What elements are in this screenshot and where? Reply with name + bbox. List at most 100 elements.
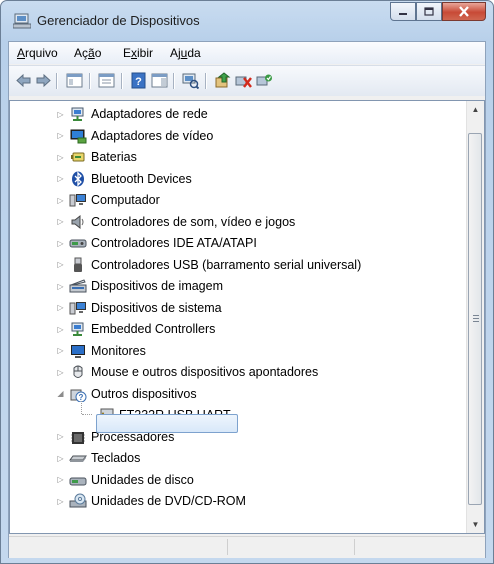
expand-toggle-icon[interactable]: ▷ <box>56 368 65 377</box>
scrollbar-thumb[interactable] <box>468 133 482 505</box>
thumb-grip-line <box>473 315 479 316</box>
maximize-icon <box>424 7 434 16</box>
expand-toggle-icon[interactable]: ▷ <box>56 346 65 355</box>
expand-toggle-icon[interactable]: ▷ <box>56 303 65 312</box>
enable-device-icon[interactable] <box>256 72 273 89</box>
tree-item-label: Computador <box>91 193 160 207</box>
device-tree[interactable]: ▷ Adaptadores de rede ▷ Adaptadores de víde… <box>9 100 485 534</box>
tree-item-label: Dispositivos de imagem <box>91 279 223 293</box>
properties-icon[interactable] <box>98 72 115 89</box>
tree-connector-line <box>82 414 92 415</box>
expand-toggle-icon[interactable]: ▷ <box>56 174 65 183</box>
processor-icon <box>71 431 85 444</box>
menu-arquivo[interactable]: Arquivo <box>17 46 58 60</box>
tree-item-label: Adaptadores de vídeo <box>91 128 214 143</box>
speaker-icon <box>71 214 84 229</box>
action-pane-icon[interactable] <box>151 72 168 89</box>
status-panel-divider <box>227 539 228 555</box>
collapse-toggle-icon[interactable]: ◢ <box>56 389 65 398</box>
tree-item-label: Bluetooth Devices <box>91 171 192 186</box>
tree-category-item[interactable]: ▷ Dispositivos de imagem <box>56 275 223 297</box>
minimize-button[interactable] <box>390 2 416 21</box>
expand-toggle-icon[interactable]: ▷ <box>56 131 65 140</box>
tree-category-item[interactable]: ▷ Adaptadores de vídeo <box>56 125 213 147</box>
menu-acao[interactable]: Ação <box>74 46 101 60</box>
uninstall-icon[interactable] <box>235 72 252 89</box>
title-bar[interactable]: Gerenciador de Dispositivos <box>1 1 493 41</box>
close-button[interactable] <box>442 2 486 21</box>
expand-toggle-icon[interactable]: ▷ <box>56 260 65 269</box>
expand-toggle-icon[interactable]: ▷ <box>56 454 65 463</box>
expand-toggle-icon[interactable]: ▷ <box>56 325 65 334</box>
tree-category-item[interactable]: ▷ Unidades de DVD/CD-ROM <box>56 490 246 512</box>
scroll-down-button[interactable]: ▼ <box>467 516 484 533</box>
tree-category-item[interactable]: ▷ Dispositivos de sistema <box>56 297 222 319</box>
maximize-button[interactable] <box>416 2 442 21</box>
tree-category-item[interactable]: ▷ Adaptadores de rede <box>56 103 208 125</box>
thumb-grip-line <box>473 321 479 322</box>
menu-ajuda[interactable]: Ajuda <box>170 46 201 60</box>
window-title: Gerenciador de Dispositivos <box>37 13 200 28</box>
tree-item-label: Adaptadores de rede <box>91 107 208 121</box>
bluetooth-icon <box>72 170 84 187</box>
tree-item-label: Controladores IDE ATA/ATAPI <box>91 236 257 250</box>
tree-item-label: Monitores <box>91 343 146 358</box>
scroll-up-button[interactable]: ▲ <box>467 101 484 118</box>
expand-toggle-icon[interactable]: ▷ <box>56 196 65 205</box>
unknown-device-icon: ? <box>70 389 87 402</box>
expand-toggle-icon[interactable]: ▷ <box>56 239 65 248</box>
ide-controller-icon <box>69 239 87 248</box>
tree-category-item[interactable]: ▷ Controladores IDE ATA/ATAPI <box>56 232 257 254</box>
scanner-icon <box>69 279 87 293</box>
help-icon[interactable]: ? <box>130 72 147 89</box>
scroll-down-arrow-icon: ▼ <box>471 520 480 529</box>
selection-highlight <box>96 414 238 433</box>
forward-arrow-icon[interactable] <box>35 72 52 89</box>
menu-exibir[interactable]: Exibir <box>123 46 153 60</box>
tree-category-item[interactable]: ▷ Mouse e outros dispositivos apontadores <box>56 361 318 383</box>
tree-category-item[interactable]: ▷ Teclados <box>56 447 140 469</box>
tree-item-label: Teclados <box>91 451 141 465</box>
embedded-controller-icon <box>71 322 84 336</box>
menu-bar: Arquivo Ação Exibir Ajuda <box>9 42 485 64</box>
status-bar <box>9 536 485 558</box>
expand-toggle-icon[interactable]: ▷ <box>56 475 65 484</box>
device-manager-window: Gerenciador de Dispositivos Arquivo Ação… <box>0 0 494 564</box>
tree-category-item[interactable]: ▷ Computador <box>56 189 160 211</box>
expand-toggle-icon[interactable]: ▷ <box>56 432 65 441</box>
expand-toggle-icon[interactable]: ▷ <box>56 282 65 291</box>
toolbar: ? <box>9 65 485 96</box>
tree-category-item[interactable]: ▷ Controladores de som, vídeo e jogos <box>56 211 295 233</box>
tree-connector-line <box>81 400 82 414</box>
tree-item-label: Embedded Controllers <box>91 322 216 336</box>
vertical-scrollbar[interactable]: ▲ ▼ <box>466 101 484 533</box>
expand-toggle-icon[interactable]: ▷ <box>56 153 65 162</box>
network-adapter-icon <box>71 107 84 121</box>
display-adapter-icon <box>70 129 87 143</box>
tree-category-item[interactable]: ▷ Bluetooth Devices <box>56 168 192 190</box>
expand-toggle-icon[interactable]: ▷ <box>56 110 65 119</box>
window-client-area: Arquivo Ação Exibir Ajuda ? ▷ Adaptadores… <box>8 41 486 558</box>
show-hide-console-tree-icon[interactable] <box>66 72 83 89</box>
scan-hardware-icon[interactable] <box>182 72 199 89</box>
thumb-grip-line <box>473 318 479 319</box>
update-driver-icon[interactable] <box>214 72 231 89</box>
tree-category-item[interactable]: ▷ Baterias <box>56 146 137 168</box>
tree-item-label: Outros dispositivos <box>91 386 197 401</box>
tree-item-label: Controladores USB (barramento serial uni… <box>91 257 362 272</box>
tree-category-item[interactable]: ◢? Outros dispositivos <box>56 383 197 405</box>
expand-toggle-icon[interactable]: ▷ <box>56 497 65 506</box>
disk-drive-icon <box>69 477 87 485</box>
tree-item-label: Baterias <box>91 150 137 164</box>
tree-category-item[interactable]: ▷ Monitores <box>56 340 146 362</box>
device-manager-app-icon <box>13 13 31 29</box>
tree-category-item[interactable]: ▷ Controladores USB (barramento serial un… <box>56 254 361 276</box>
close-icon <box>459 6 469 17</box>
tree-category-item[interactable]: ▷ Unidades de disco <box>56 469 193 491</box>
expand-toggle-icon[interactable]: ▷ <box>56 217 65 226</box>
back-arrow-icon[interactable] <box>15 72 32 89</box>
tree-category-item[interactable]: ▷ Embedded Controllers <box>56 318 215 340</box>
scroll-up-arrow-icon: ▲ <box>471 105 480 114</box>
tree-item-label: Dispositivos de sistema <box>91 300 222 315</box>
keyboard-icon <box>69 455 87 462</box>
